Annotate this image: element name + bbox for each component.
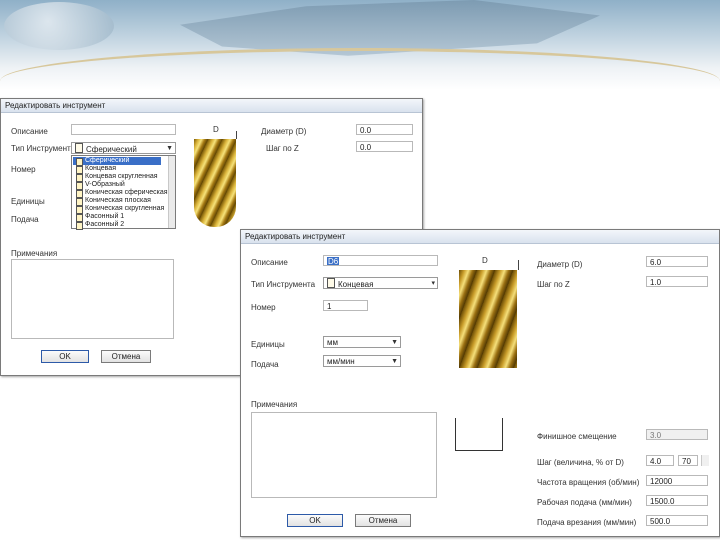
diameter-label: Диаметр (D) bbox=[261, 127, 307, 136]
notes-label: Примечания bbox=[251, 400, 298, 409]
dialog-title: Редактировать инструмент bbox=[1, 99, 422, 113]
dropdown-scrollbar[interactable] bbox=[168, 156, 175, 228]
description-input[interactable] bbox=[71, 124, 176, 135]
banner-decoration bbox=[0, 48, 720, 81]
ball-tool-icon bbox=[75, 143, 83, 153]
feed-rate-label: Рабочая подача (мм/мин) bbox=[537, 498, 632, 507]
finish-offset-input[interactable]: 3.0 bbox=[646, 429, 708, 440]
spindle-speed-label: Частота вращения (об/мин) bbox=[537, 478, 640, 487]
feed-rate-input[interactable]: 1500.0 bbox=[646, 495, 708, 506]
chevron-down-icon: ▼ bbox=[391, 358, 398, 365]
tool-type-label: Тип Инструмента bbox=[251, 280, 316, 289]
number-label: Номер bbox=[11, 165, 36, 174]
notes-label: Примечания bbox=[11, 249, 58, 258]
finish-offset-label: Финишное смещение bbox=[537, 432, 617, 441]
dropdown-item-bull[interactable]: Концевая скругленная bbox=[73, 173, 161, 182]
notes-textarea[interactable] bbox=[11, 259, 174, 339]
ok-button[interactable]: OK bbox=[287, 514, 343, 527]
step-z-label: Шаг по Z bbox=[266, 144, 299, 153]
diameter-label: Диаметр (D) bbox=[537, 260, 583, 269]
ok-button[interactable]: OK bbox=[41, 350, 89, 363]
feed-units-select[interactable]: мм/мин ▼ bbox=[323, 355, 401, 367]
stepover-spinner[interactable] bbox=[701, 455, 709, 466]
dropdown-item-tapered-flat[interactable]: Коническая плоская bbox=[73, 197, 161, 206]
dropdown-item-form-1[interactable]: Фасонный 1 bbox=[73, 213, 161, 222]
chevron-down-icon: ▼ bbox=[391, 339, 398, 346]
dropdown-item-flat[interactable]: Концевая bbox=[73, 165, 161, 174]
stepover-percent-input[interactable]: 70 bbox=[678, 455, 698, 466]
diam-symbol-label: D bbox=[482, 256, 488, 265]
end-mill-preview bbox=[459, 270, 517, 368]
units-label: Единицы bbox=[11, 197, 45, 206]
stepover-input[interactable]: 4.0 bbox=[646, 455, 674, 466]
cancel-button[interactable]: Отмена bbox=[355, 514, 411, 527]
description-label: Описание bbox=[11, 127, 48, 136]
ball-end-mill-preview bbox=[194, 139, 236, 227]
form-tool-icon bbox=[76, 222, 83, 230]
diameter-guide-line bbox=[236, 131, 237, 139]
feed-label: Подача bbox=[11, 215, 39, 224]
dropdown-item-ball[interactable]: Сферический bbox=[73, 157, 161, 166]
description-label: Описание bbox=[251, 258, 288, 267]
spindle-speed-input[interactable]: 12000 bbox=[646, 475, 708, 486]
step-z-label: Шаг по Z bbox=[537, 280, 570, 289]
dropdown-item-tapered-ball[interactable]: Коническая сферическая bbox=[73, 189, 168, 198]
chevron-down-icon: ▼ bbox=[166, 145, 173, 152]
tool-type-select[interactable]: Концевая ▾ bbox=[323, 277, 438, 289]
dropdown-item-tapered-bull[interactable]: Коническая скругленная bbox=[73, 205, 164, 214]
units-select[interactable]: мм ▼ bbox=[323, 336, 401, 348]
notes-textarea[interactable] bbox=[251, 412, 437, 498]
number-label: Номер bbox=[251, 303, 276, 312]
chevron-down-icon: ▾ bbox=[431, 280, 435, 287]
diameter-input[interactable]: 0.0 bbox=[356, 124, 413, 135]
tool-profile-outline bbox=[455, 418, 503, 451]
header-banner bbox=[0, 0, 720, 90]
plunge-rate-label: Подача врезания (мм/мин) bbox=[537, 518, 637, 527]
cancel-button[interactable]: Отмена bbox=[101, 350, 151, 363]
plunge-rate-input[interactable]: 500.0 bbox=[646, 515, 708, 526]
tool-type-label: Тип Инструмента bbox=[11, 144, 76, 153]
number-input[interactable]: 1 bbox=[323, 300, 368, 311]
description-input[interactable]: D6 bbox=[323, 255, 438, 266]
tool-type-select[interactable]: Сферический ▼ bbox=[71, 142, 176, 154]
flat-tool-icon bbox=[327, 278, 335, 288]
units-label: Единицы bbox=[251, 340, 285, 349]
logo-emblem bbox=[4, 2, 114, 50]
diameter-input[interactable]: 6.0 bbox=[646, 256, 708, 267]
dropdown-item-v-shape[interactable]: V-Образный bbox=[73, 181, 161, 190]
stepover-label: Шаг (величина, % от D) bbox=[537, 458, 624, 467]
tool-type-dropdown-list[interactable]: Сферический Концевая Концевая скругленна… bbox=[71, 155, 176, 230]
step-z-input[interactable]: 1.0 bbox=[646, 276, 708, 287]
dropdown-item-form-2[interactable]: Фасонный 2 bbox=[73, 221, 161, 230]
dialog-title: Редактировать инструмент bbox=[241, 230, 719, 244]
feed-label: Подача bbox=[251, 360, 279, 369]
step-z-input[interactable]: 0.0 bbox=[356, 141, 413, 152]
diameter-guide-line bbox=[518, 260, 519, 270]
diam-symbol-label: D bbox=[213, 125, 219, 134]
edit-tool-dialog-front: Редактировать инструмент Описание D6 Тип… bbox=[240, 229, 720, 537]
